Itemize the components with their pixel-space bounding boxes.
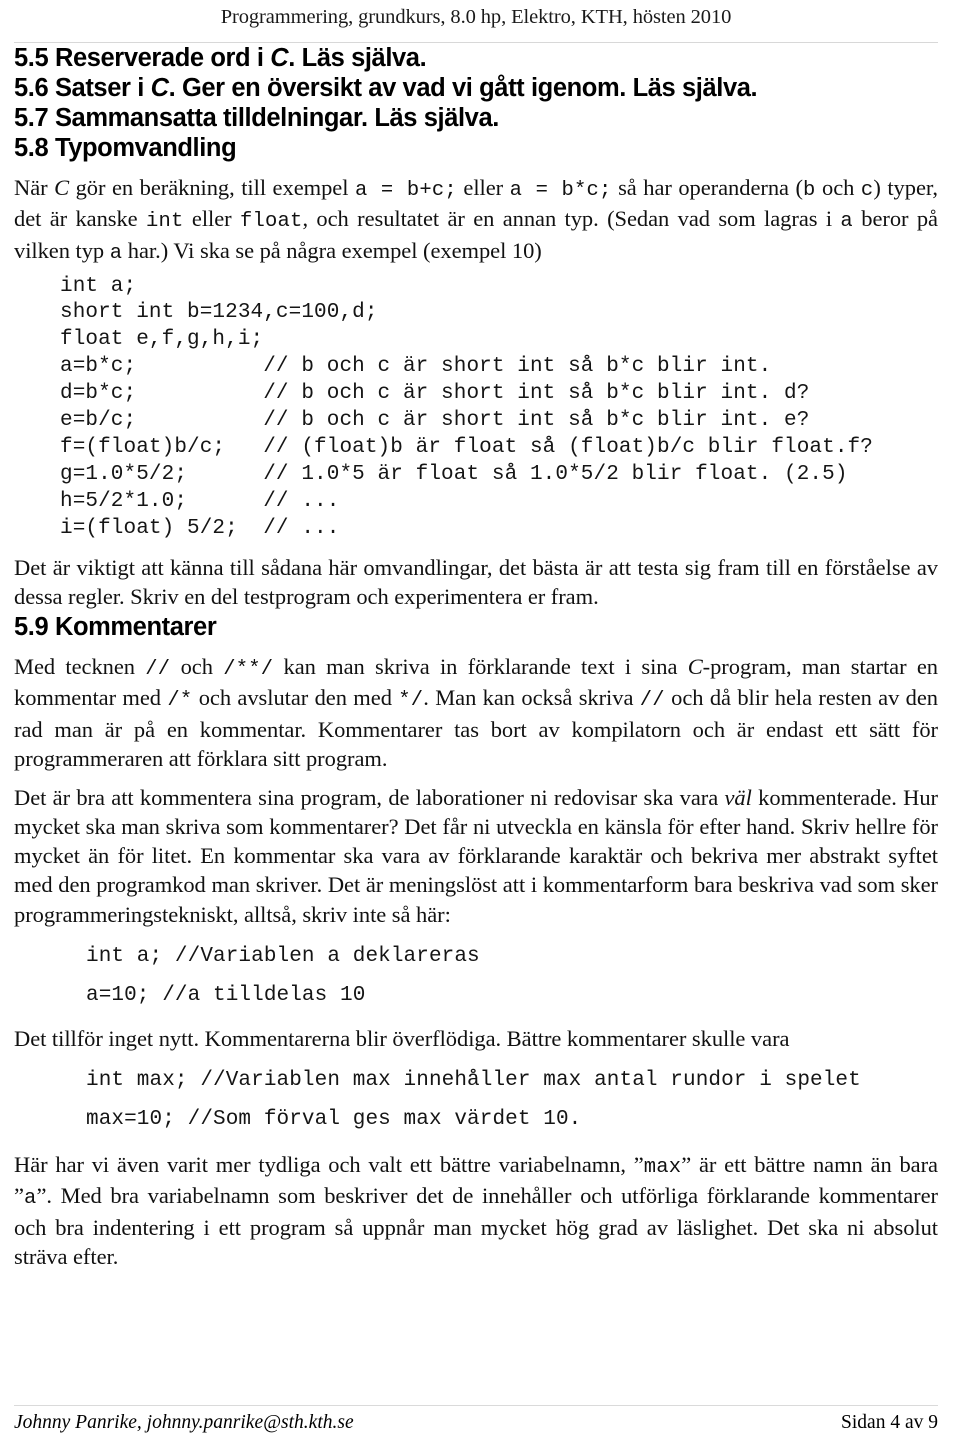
t-b: gör en beräkning, till exempel xyxy=(69,174,355,200)
inline-code-slashslash-1: // xyxy=(145,657,171,681)
heading-5-5-title-pre: Reserverade ord i xyxy=(54,43,271,72)
heading-5-8-title: Typomvandling xyxy=(54,133,237,162)
k1-a: Med tecknen xyxy=(14,653,146,679)
inline-code-a: a xyxy=(23,1187,37,1211)
inline-code-6: float xyxy=(239,210,303,234)
k1-e: och avslutar den med xyxy=(192,685,399,711)
t-j: har.) Vi ska se på några exempel (exempe… xyxy=(122,237,542,263)
inline-code-slashslash-2: // xyxy=(639,689,665,713)
heading-5-5-number: 5.5 xyxy=(14,43,49,72)
t-h: , och resultatet är en annan typ. (Sedan… xyxy=(302,206,841,232)
heading-5-8-number: 5.8 xyxy=(14,133,49,162)
heading-5-7-title: Sammansatta tilldelningar. Läs själva. xyxy=(54,103,499,132)
heading-5-6-title-pre: Satser i xyxy=(54,73,151,102)
inline-code-max: max xyxy=(643,1155,682,1179)
code-block-bad-comments: int a; //Variablen a deklareras a=10; //… xyxy=(86,944,480,1008)
heading-5-6-number: 5.6 xyxy=(14,73,49,102)
paragraph-after-code: Det är viktigt att känna till sådana här… xyxy=(14,555,938,610)
k1-f: . Man kan också skriva xyxy=(423,685,640,711)
heading-5-5-title-ital: C xyxy=(270,43,289,72)
k1-b: och xyxy=(170,653,224,679)
heading-5-5: 5.5 Reserverade ord i C. Läs själva. xyxy=(14,43,938,73)
k2-ital-val: väl xyxy=(724,785,752,811)
k3-a: Här har vi även varit mer tydliga och va… xyxy=(14,1151,644,1177)
code-block-good-comments: int max; //Variablen max innehåller max … xyxy=(86,1068,861,1132)
course-header-text: Programmering, grundkurs, 8.0 hp, Elektr… xyxy=(220,6,732,28)
inline-code-4: c xyxy=(860,178,874,202)
paragraph-between-examples: Det tillför inget nytt. Kommentarerna bl… xyxy=(14,1025,790,1051)
document-page: Programmering, grundkurs, 8.0 hp, Elektr… xyxy=(0,0,960,1440)
inline-code-8: a xyxy=(109,241,123,265)
heading-5-6-title-post: . Ger en översikt av vad vi gått igenom.… xyxy=(168,73,758,102)
inline-code-2: a = b*c; xyxy=(509,178,612,202)
k2-a: Det är bra att kommentera sina program, … xyxy=(14,785,725,811)
inline-code-comment-close: */ xyxy=(398,689,424,713)
inline-code-1: a = b+c; xyxy=(354,178,457,202)
inline-code-7: a xyxy=(840,210,853,234)
paragraph-typomvandling-intro: När C gör en beräkning, till exempel a =… xyxy=(14,173,938,268)
code-block-typomvandling: int a; short int b=1234,c=100,d; float e… xyxy=(60,274,873,541)
t-c2: eller xyxy=(456,174,510,200)
t-g: eller xyxy=(183,206,240,232)
heading-5-6-title-ital: C xyxy=(150,73,169,102)
inline-code-blockcomment: /**/ xyxy=(223,657,274,681)
heading-5-9-title: Kommentarer xyxy=(54,612,217,641)
k1-c: kan man skriva in förklarande text i sin… xyxy=(273,653,688,679)
inline-code-comment-open: /* xyxy=(167,689,193,713)
heading-5-7: 5.7 Sammansatta tilldelningar. Läs själv… xyxy=(14,103,938,133)
k1-c-ital: C xyxy=(687,653,703,679)
inline-code-5: int xyxy=(146,210,184,234)
page-footer: Johnny Panrike, johnny.panrike@sth.kth.s… xyxy=(14,1405,938,1434)
paragraph-kommentarer-2: Det är bra att kommentera sina program, … xyxy=(14,783,938,929)
heading-5-5-title-post: . Läs själva. xyxy=(288,43,427,72)
footer-author: Johnny Panrike, johnny.panrike@sth.kth.s… xyxy=(14,1412,354,1433)
heading-5-6: 5.6 Satser i C. Ger en översikt av vad v… xyxy=(14,73,938,103)
inline-code-3: b xyxy=(802,178,816,202)
t-a: När xyxy=(14,174,55,200)
paragraph-kommentarer-1: Med tecknen // och /**/ kan man skriva i… xyxy=(14,652,938,773)
footer-divider xyxy=(14,1405,938,1406)
heading-5-8: 5.8 Typomvandling xyxy=(14,133,938,163)
k3-c: ”. Med bra variabelnamn som beskriver de… xyxy=(14,1183,938,1269)
heading-5-9-number: 5.9 xyxy=(14,612,49,641)
heading-5-9: 5.9 Kommentarer xyxy=(14,612,938,642)
footer-page-number: Sidan 4 av 9 xyxy=(841,1412,938,1433)
page-header: Programmering, grundkurs, 8.0 hp, Elektr… xyxy=(14,0,938,29)
t-d: så har operanderna ( xyxy=(611,174,803,200)
heading-5-7-number: 5.7 xyxy=(14,103,49,132)
paragraph-kommentarer-3: Här har vi även varit mer tydliga och va… xyxy=(14,1150,938,1271)
t-c-ital: C xyxy=(54,174,70,200)
t-e: och xyxy=(815,174,861,200)
